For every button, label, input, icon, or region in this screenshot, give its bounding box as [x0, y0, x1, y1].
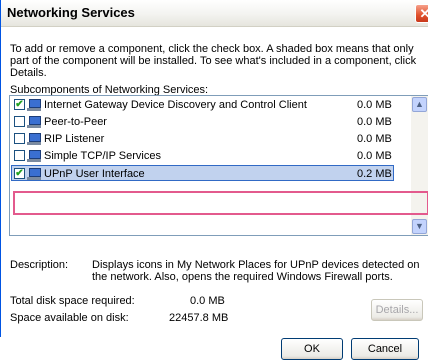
- description-text: Displays icons in My Network Places for …: [92, 259, 420, 283]
- ok-button[interactable]: OK: [281, 338, 343, 360]
- component-size: 0.2 MB: [357, 168, 392, 180]
- network-computer-icon: [27, 149, 41, 162]
- network-computer-icon: [27, 167, 41, 180]
- chevron-down-icon: ▼: [415, 221, 424, 231]
- available-space-value: 22457.8 MB: [169, 312, 229, 324]
- close-icon: ✕: [419, 6, 428, 21]
- title-bar: Networking Services ✕: [1, 0, 428, 27]
- total-space-label: Total disk space required:: [10, 295, 135, 307]
- total-space-value: 0.0 MB: [190, 295, 225, 307]
- scroll-down-button[interactable]: ▼: [412, 219, 427, 234]
- chevron-up-icon: ▲: [415, 99, 424, 109]
- component-size: 0.0 MB: [357, 99, 392, 111]
- selection-highlight-frame: [13, 191, 428, 215]
- list-item[interactable]: RIP Listener 0.0 MB: [12, 131, 392, 147]
- component-size: 0.0 MB: [357, 133, 392, 145]
- component-name: RIP Listener: [44, 133, 105, 145]
- component-name: UPnP User Interface: [44, 168, 145, 180]
- window-title: Networking Services: [7, 5, 135, 20]
- details-button[interactable]: Details...: [371, 299, 423, 321]
- dialog-content: To add or remove a component, click the …: [1, 27, 428, 360]
- component-name: Simple TCP/IP Services: [44, 150, 161, 162]
- checkbox-unchecked[interactable]: [14, 150, 25, 161]
- component-size: 0.0 MB: [357, 150, 392, 162]
- component-name: Internet Gateway Device Discovery and Co…: [44, 99, 307, 111]
- checkbox-unchecked[interactable]: [14, 116, 25, 127]
- checkbox-unchecked[interactable]: [14, 133, 25, 144]
- network-computer-icon: [27, 115, 41, 128]
- component-size: 0.0 MB: [357, 116, 392, 128]
- network-computer-icon: [27, 132, 41, 145]
- list-item[interactable]: Peer-to-Peer 0.0 MB: [12, 114, 392, 130]
- checkbox-checked[interactable]: ✔: [14, 99, 25, 110]
- description-label: Description:: [10, 259, 69, 271]
- networking-services-dialog: Networking Services ✕ To add or remove a…: [0, 0, 428, 360]
- scroll-up-button[interactable]: ▲: [412, 97, 427, 112]
- available-space-label: Space available on disk:: [10, 312, 129, 324]
- component-name: Peer-to-Peer: [44, 116, 107, 128]
- cancel-button[interactable]: Cancel: [351, 338, 419, 360]
- checkbox-checked[interactable]: ✔: [14, 168, 25, 179]
- list-item[interactable]: Simple TCP/IP Services 0.0 MB: [12, 148, 392, 164]
- close-button[interactable]: ✕: [415, 4, 428, 23]
- list-item-selected[interactable]: ✔ UPnP User Interface 0.2 MB: [11, 165, 394, 181]
- intro-text: To add or remove a component, click the …: [10, 43, 417, 79]
- list-item[interactable]: ✔ Internet Gateway Device Discovery and …: [12, 97, 392, 113]
- network-computer-icon: [27, 98, 41, 111]
